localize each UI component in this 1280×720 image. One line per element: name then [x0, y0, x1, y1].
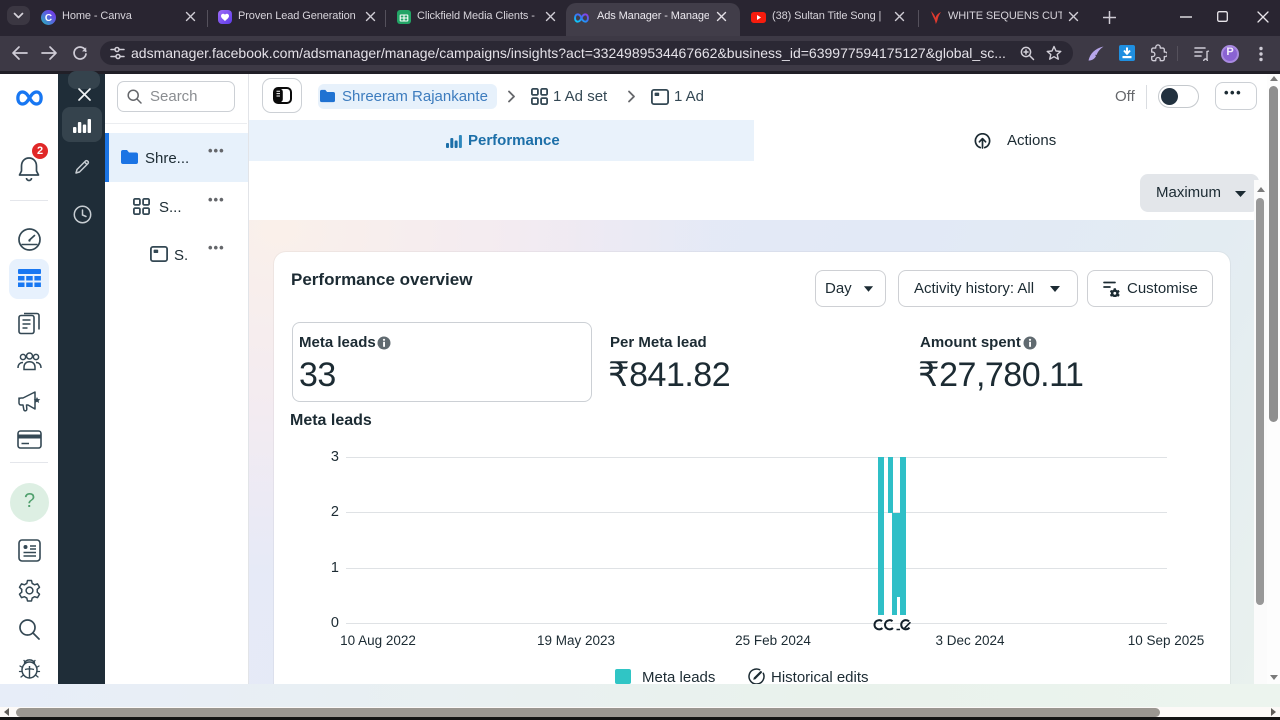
svg-text:C: C	[45, 13, 52, 24]
